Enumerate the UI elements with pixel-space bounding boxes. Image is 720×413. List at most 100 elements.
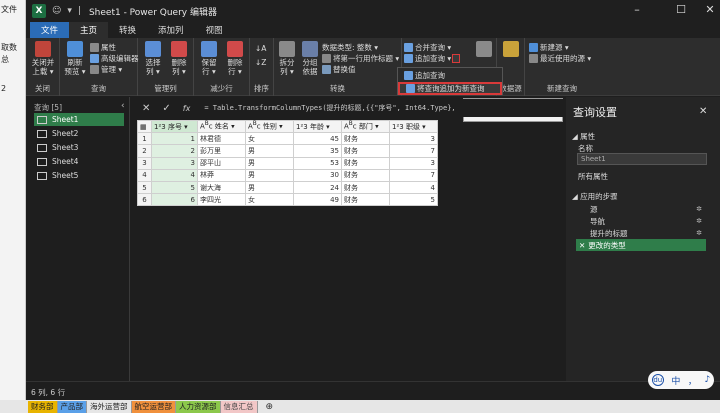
append-queries-button[interactable]: 追加查询 ▾ bbox=[404, 53, 461, 64]
gear-icon[interactable]: ✲ bbox=[696, 229, 702, 237]
row-number[interactable]: 4 bbox=[137, 168, 152, 182]
smiley-icon[interactable]: ☺ bbox=[52, 6, 61, 16]
table-cell[interactable]: 1 bbox=[151, 132, 198, 146]
table-cell[interactable]: 6 bbox=[151, 193, 198, 207]
table-cell[interactable]: 3 bbox=[389, 156, 438, 170]
table-cell[interactable]: 30 bbox=[293, 168, 342, 182]
close-settings-icon[interactable]: ✕ bbox=[699, 106, 707, 117]
table-cell[interactable]: 男 bbox=[245, 144, 294, 158]
sheet-tab[interactable]: 海外运营部 bbox=[87, 400, 132, 413]
table-cell[interactable]: 7 bbox=[389, 144, 438, 158]
excel-file-menu[interactable]: 文件 bbox=[1, 4, 17, 15]
split-column-button[interactable]: 拆分 列 ▾ bbox=[276, 41, 298, 76]
table-cell[interactable]: 45 bbox=[293, 132, 342, 146]
table-menu-icon[interactable]: ▦ bbox=[137, 119, 152, 134]
tab-add-column[interactable]: 添加列 bbox=[147, 22, 195, 38]
ime-punct[interactable]: ， bbox=[688, 374, 697, 387]
row-number[interactable]: 1 bbox=[137, 132, 152, 146]
keep-rows-button[interactable]: 保留 行 ▾ bbox=[197, 41, 221, 76]
add-sheet-icon[interactable]: ⊕ bbox=[266, 402, 274, 412]
query-item[interactable]: Sheet3 bbox=[34, 141, 124, 154]
table-cell[interactable]: 女 bbox=[245, 132, 294, 146]
query-item[interactable]: Sheet5 bbox=[34, 169, 124, 182]
sheet-tab[interactable]: 航空运营部 bbox=[131, 400, 176, 413]
query-item[interactable]: Sheet2 bbox=[34, 127, 124, 140]
table-cell[interactable]: 4 bbox=[151, 168, 198, 182]
tab-file[interactable]: 文件 bbox=[30, 22, 70, 38]
remove-columns-button[interactable]: 删除 列 ▾ bbox=[167, 41, 191, 76]
table-cell[interactable]: 2 bbox=[151, 144, 198, 158]
table-cell[interactable]: 女 bbox=[245, 193, 294, 207]
table-cell[interactable]: 财务 bbox=[341, 180, 390, 195]
refresh-preview-button[interactable]: 刷新 预览 ▾ bbox=[62, 41, 88, 76]
gear-icon[interactable]: ✲ bbox=[696, 205, 702, 213]
choose-columns-button[interactable]: 选择 列 ▾ bbox=[141, 41, 165, 76]
table-cell[interactable]: 4 bbox=[389, 180, 438, 195]
manage-button[interactable]: 管理 ▾ bbox=[90, 64, 122, 75]
ime-toolbar[interactable]: du 中 ， ♪ bbox=[648, 371, 714, 389]
table-cell[interactable]: 5 bbox=[389, 193, 438, 207]
table-cell[interactable]: 53 bbox=[293, 156, 342, 170]
step-item[interactable]: 提升的标题 ✲ bbox=[576, 227, 706, 239]
step-item[interactable]: 导航 ✲ bbox=[576, 215, 706, 227]
table-cell[interactable]: 财务 bbox=[341, 156, 390, 170]
table-cell[interactable]: 财务 bbox=[341, 193, 390, 207]
menu-item-append-as-new[interactable]: 将查询追加为新查询 bbox=[398, 82, 502, 95]
delete-rows-button[interactable]: 删除 行 ▾ bbox=[223, 41, 247, 76]
merge-queries-button[interactable]: 合并查询 ▾ bbox=[404, 42, 451, 53]
table-cell[interactable]: 男 bbox=[245, 168, 294, 182]
table-cell[interactable]: 男 bbox=[245, 180, 294, 195]
gear-icon[interactable]: ✲ bbox=[696, 217, 702, 225]
microphone-icon[interactable]: ♪ bbox=[704, 375, 710, 385]
dropdown-icon[interactable]: ▾ bbox=[67, 6, 72, 16]
table-cell[interactable]: 财务 bbox=[341, 168, 390, 182]
column-header[interactable]: ABc 性别 ▾ bbox=[245, 119, 294, 134]
table-cell[interactable]: 财务 bbox=[341, 132, 390, 146]
data-grid[interactable]: ▦ 1²3 序号 ▾ ABc 姓名 ▾ ABc 性别 ▾ 1²3 年龄 ▾ AB… bbox=[137, 119, 438, 207]
table-cell[interactable]: 谢大海 bbox=[197, 180, 246, 195]
row-number[interactable]: 2 bbox=[137, 144, 152, 158]
ime-mode[interactable]: 中 bbox=[671, 374, 680, 387]
table-cell[interactable]: 5 bbox=[151, 180, 198, 195]
recent-sources-button[interactable]: 最近使用的源 ▾ bbox=[529, 53, 591, 64]
tab-view[interactable]: 视图 bbox=[195, 22, 234, 38]
table-cell[interactable]: 彭万里 bbox=[197, 144, 246, 158]
confirm-icon[interactable]: ✓ bbox=[162, 103, 170, 114]
advanced-editor-button[interactable]: 高级编辑器 bbox=[90, 53, 139, 64]
column-header[interactable]: ABc 部门 ▾ bbox=[341, 119, 390, 134]
row-number[interactable]: 3 bbox=[137, 156, 152, 170]
table-cell[interactable]: 财务 bbox=[341, 144, 390, 158]
append-dropdown-arrow-icon[interactable] bbox=[452, 54, 461, 63]
table-cell[interactable]: 邵平山 bbox=[197, 156, 246, 170]
sheet-tab[interactable]: 信息汇总 bbox=[220, 400, 258, 413]
group-by-button[interactable]: 分组 依据 bbox=[299, 41, 321, 76]
table-cell[interactable]: 49 bbox=[293, 193, 342, 207]
table-cell[interactable]: 24 bbox=[293, 180, 342, 195]
replace-values-button[interactable]: 替换值 bbox=[322, 64, 356, 75]
table-cell[interactable]: 35 bbox=[293, 144, 342, 158]
all-properties-link[interactable]: 所有属性 bbox=[578, 171, 608, 182]
menu-item-append[interactable]: 追加查询 bbox=[398, 69, 502, 82]
data-type-dropdown[interactable]: 数据类型: 整数 ▾ bbox=[322, 42, 378, 53]
tab-home[interactable]: 主页 bbox=[69, 22, 109, 38]
column-header[interactable]: 1²3 序号 ▾ bbox=[151, 119, 198, 134]
table-cell[interactable]: 李四光 bbox=[197, 193, 246, 207]
delete-step-icon[interactable]: ✕ bbox=[579, 241, 585, 250]
close-and-load-button[interactable]: 关闭并 上载 ▾ bbox=[28, 41, 58, 76]
table-cell[interactable]: 7 bbox=[389, 168, 438, 182]
collapse-pane-icon[interactable]: ‹ bbox=[121, 101, 125, 111]
maximize-icon[interactable]: ☐ bbox=[673, 3, 689, 16]
manage-params-button[interactable] bbox=[473, 41, 495, 58]
query-item[interactable]: Sheet4 bbox=[34, 155, 124, 168]
column-header[interactable]: 1²3 职级 ▾ bbox=[389, 119, 438, 134]
table-cell[interactable]: 3 bbox=[389, 132, 438, 146]
sheet-tab[interactable]: 产品部 bbox=[57, 400, 87, 413]
table-cell[interactable]: 3 bbox=[151, 156, 198, 170]
name-field[interactable]: Sheet1 bbox=[577, 153, 707, 165]
column-header[interactable]: 1²3 年龄 ▾ bbox=[293, 119, 342, 134]
properties-button[interactable]: 属性 bbox=[90, 42, 116, 53]
step-item-selected[interactable]: ✕ 更改的类型 bbox=[576, 239, 706, 251]
datasource-settings-button[interactable] bbox=[500, 41, 522, 58]
step-item[interactable]: 源 ✲ bbox=[576, 203, 706, 215]
formula-input[interactable]: = Table.TransformColumnTypes(提升的标题,{{"序号… bbox=[204, 103, 454, 113]
